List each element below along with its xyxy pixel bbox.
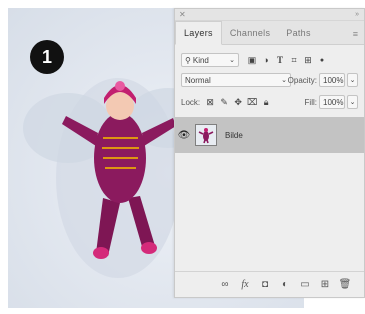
filter-row: ⚲ Kind ⌄ ▣ ◑ T ⌗ ⊞ ●	[181, 53, 358, 67]
blend-mode-value: Normal	[185, 75, 211, 85]
filter-shape-icon[interactable]: ⌗	[287, 55, 301, 66]
add-mask-icon[interactable]: ◘	[258, 279, 272, 290]
chevron-down-icon: ⌄	[281, 77, 287, 84]
opacity-value: 100%	[323, 75, 344, 85]
panel-title-bar[interactable]: ✕ »	[175, 9, 364, 21]
lock-position-icon[interactable]: ✥	[231, 97, 245, 108]
fill-value: 100%	[323, 97, 344, 107]
kind-filter-select[interactable]: ⚲ Kind ⌄	[181, 53, 239, 67]
opacity-group: Opacity: 100% ⌄	[288, 73, 358, 87]
kind-filter-label: Kind	[192, 55, 209, 65]
eye-icon[interactable]: 👁︎	[175, 130, 193, 141]
new-layer-icon[interactable]: ⊞	[318, 279, 332, 290]
fill-input[interactable]: 100%	[319, 95, 345, 109]
trash-icon[interactable]: 🗑︎	[338, 279, 352, 290]
layer-style-icon[interactable]: fx	[238, 279, 252, 290]
filter-type-icon[interactable]: T	[273, 55, 287, 65]
filter-adjustment-icon[interactable]: ◑	[259, 55, 273, 65]
layers-panel: ✕ » Layers Channels Paths ≡ ⚲ Kind ⌄ ▣ ◑…	[174, 8, 365, 298]
collapse-icon[interactable]: »	[355, 9, 359, 21]
opacity-dropdown-button[interactable]: ⌄	[347, 73, 358, 87]
blend-mode-select[interactable]: Normal ⌄	[181, 73, 291, 87]
layer-thumbnail-image	[196, 125, 216, 145]
lock-transparency-icon[interactable]: ⊠	[203, 97, 217, 108]
tab-paths[interactable]: Paths	[278, 28, 319, 44]
fill-label: Fill:	[304, 97, 317, 107]
panel-tabs: Layers Channels Paths ≡	[175, 21, 364, 45]
lock-all-icon[interactable]: 🔒︎	[259, 97, 273, 108]
new-group-icon[interactable]: ▭	[298, 279, 312, 290]
fill-group: Fill: 100% ⌄	[305, 95, 358, 109]
layers-bottom-toolbar: ∞ fx ◘ ◐ ▭ ⊞ 🗑︎	[175, 271, 364, 297]
lock-label: Lock:	[181, 97, 201, 107]
search-icon: ⚲	[185, 55, 191, 65]
lock-brush-icon[interactable]: ✎	[217, 97, 231, 108]
screenshot: 1 ✕ » Layers Channels Paths ≡ ⚲ Kind ⌄ ▣…	[0, 0, 365, 314]
filter-smart-object-icon[interactable]: ⊞	[301, 55, 315, 66]
lock-artboard-icon[interactable]: ⌧	[245, 97, 259, 108]
step-number-badge: 1	[30, 40, 64, 74]
tab-channels[interactable]: Channels	[222, 28, 278, 44]
opacity-input[interactable]: 100%	[319, 73, 345, 87]
fill-dropdown-button[interactable]: ⌄	[347, 95, 358, 109]
layer-name: Bilde	[225, 130, 243, 140]
filter-toggle-icon[interactable]: ●	[315, 57, 329, 64]
filter-pixel-icon[interactable]: ▣	[245, 55, 259, 66]
opacity-label: Opacity:	[287, 75, 317, 85]
tab-layers[interactable]: Layers	[175, 21, 222, 45]
link-layers-icon[interactable]: ∞	[218, 279, 232, 290]
layer-row[interactable]: 👁︎ Bilde	[175, 117, 364, 153]
adjustment-layer-icon[interactable]: ◐	[278, 279, 292, 290]
close-icon[interactable]: ✕	[179, 9, 186, 21]
layer-thumbnail	[195, 124, 217, 146]
chevron-down-icon: ⌄	[229, 57, 235, 64]
menu-icon[interactable]: ≡	[353, 29, 358, 39]
